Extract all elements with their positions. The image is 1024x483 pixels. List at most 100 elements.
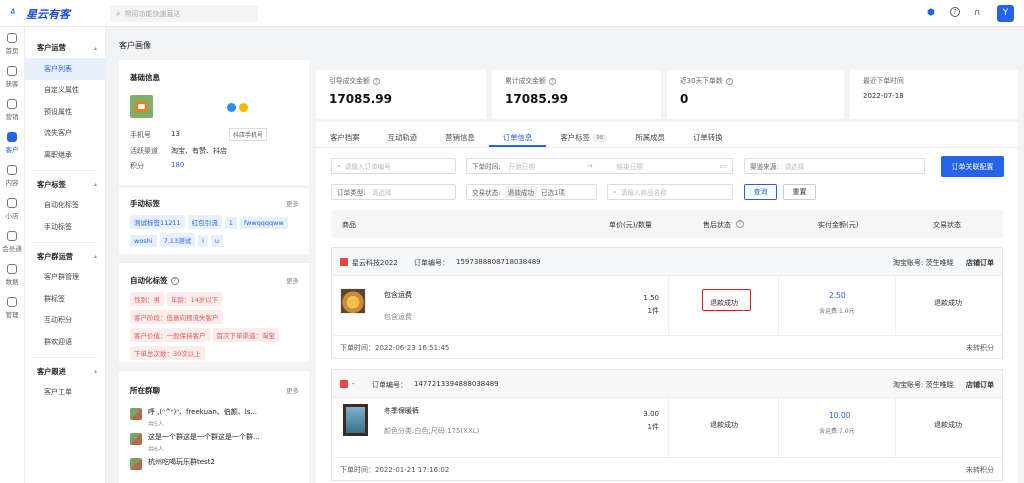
group-member-count: 共6人 [148,446,164,453]
order-no-input[interactable]: ⌕ 请输入订单编号 [331,158,456,174]
manual-tag[interactable]: fwwqqqqww [239,217,288,229]
sidebar-group-header[interactable]: 客户运营 ▴ [25,38,105,58]
help-circle-icon[interactable]: ? [548,78,556,85]
order-type-select[interactable]: 订单类型: 请选择 [331,184,456,200]
query-button[interactable]: 查询 [744,184,777,200]
order-no[interactable]: 1597388808718038489 [456,258,541,266]
manual-tag[interactable]: 7.13测试 [159,233,196,247]
sidebar-group-header[interactable]: 客户跟进 ▴ [25,362,105,382]
rail-item[interactable]: 内容 [0,159,24,192]
rail-item[interactable]: 营销 [0,93,24,126]
shield-icon[interactable]: ⬢ [925,7,937,19]
tab[interactable]: 客户标签 98 [546,128,621,147]
product-name[interactable]: 冬季保暖裤 [384,406,419,416]
product-thumbnail[interactable] [343,404,368,436]
auto-tag[interactable]: 首次下单渠道：淘宝 [212,328,279,342]
rail-item[interactable]: 会员通 [0,225,24,258]
rail-icon [7,296,17,307]
sidebar-group-header[interactable]: 客户标签 ▴ [25,175,105,195]
trade-status-chip[interactable]: 退款成功 [504,186,537,198]
product-name-input[interactable]: ⌕ 请输入商品名称 [607,184,733,200]
manual-tags-more-link[interactable]: 更多 [286,198,299,208]
sidebar-item[interactable]: 群欢迎语 [25,331,105,353]
chevron-up-icon: ▴ [93,181,97,188]
sidebar-item[interactable]: 离职继承 [25,144,105,166]
sidebar-item[interactable]: 客户工单 [25,382,105,404]
channel-select[interactable]: 渠道来源: 请选择 [744,158,925,174]
sidebar-item[interactable]: 手动标签 [25,216,105,238]
manual-tag[interactable]: woshi [130,235,157,247]
product-spec: 包含运费 [384,313,412,321]
order-type-label: 订单类型: [337,189,366,197]
reset-button[interactable]: 重置 [783,184,816,200]
sidebar-item[interactable]: 客户群管理 [25,267,105,289]
auto-tag[interactable]: 年龄：14岁以下 [167,292,223,306]
tab[interactable]: 客户档案 [316,128,374,147]
manual-tag[interactable]: 红包引流 [187,215,222,229]
manual-tag[interactable]: 1 [224,217,237,229]
user-avatar[interactable]: Y [997,5,1014,22]
manual-tag[interactable]: i [198,235,208,247]
group-row[interactable]: 呼 ,(ᐢ^ᐢ)ᐢ、freekuan、伯颜、ls... 共5人 [130,407,305,432]
rail-icon [7,32,17,43]
rail-item[interactable]: 首页 [0,27,24,60]
product-thumbnail[interactable] [340,288,366,314]
tab[interactable]: 订单信息 [488,128,547,147]
rail-icon [7,197,17,208]
tab[interactable]: 营销信息 [431,128,489,147]
help-circle-icon[interactable]: ? [170,276,179,285]
help-icon[interactable]: ? [950,7,960,17]
auto-tag[interactable]: 客户价值：一般保持客户 [130,328,210,342]
tab[interactable]: 订单转换 [679,128,737,147]
rail-item[interactable]: 数据 [0,258,24,291]
auto-tag[interactable]: 下单总次数：30次以上 [130,346,205,360]
rail-item[interactable]: 获客 [0,60,24,93]
sidebar-item[interactable]: 客户列表 [25,58,105,80]
quick-search-input[interactable]: ⌕ 常用功能快速直达 [110,5,258,22]
app-logo[interactable]: ᐞ 星云有客 [10,6,70,22]
rail-item[interactable]: 客户 [0,126,24,159]
help-circle-icon[interactable]: ? [736,220,744,228]
help-circle-icon[interactable]: ? [725,78,733,85]
order-no[interactable]: 1477213394888038489 [414,380,499,388]
headset-icon[interactable]: ∩ [971,7,983,19]
order-time-range[interactable]: 下单时间: 开始日期 → 结束日期 ▭ [466,158,733,174]
product-spec: 颜色分类:白色;尺码:175(XXL) [384,427,480,435]
groups-more-link[interactable]: 更多 [286,385,299,395]
rail-item[interactable]: 小店 [0,192,24,225]
stat-card: 近30天下单数? 0 [667,70,844,119]
points-value[interactable]: 180 [171,161,184,169]
rail-item[interactable]: 管理 [0,291,24,324]
manual-tag[interactable]: u [210,235,224,247]
group-row[interactable]: 这是一个群这是一个群这是一个群... 共6人 [130,432,305,457]
order-link-config-button[interactable]: 订单关联配置 [941,156,1004,177]
stat-label-row: 累计成交金额? [505,75,556,85]
tab[interactable]: 互动轨迹 [374,128,432,147]
sidebar-item[interactable]: 群标签 [25,288,105,310]
product-name[interactable]: 包含运费 [384,290,412,300]
sidebar-item[interactable]: 互动积分 [25,310,105,332]
sidebar-item[interactable]: 预设属性 [25,101,105,123]
sidebar-item[interactable]: 自定义属性 [25,80,105,102]
end-date[interactable]: 结束日期 [617,161,643,171]
rail-label: 营销 [5,112,19,121]
sidebar-item[interactable]: 自动化标签 [25,195,105,217]
sidebar-item[interactable]: 流失客户 [25,123,105,145]
search-placeholder: 常用功能快速直达 [124,9,181,18]
auto-tag[interactable]: 客户阶段：低意向预流失客户 [130,310,223,324]
auto-tags-more-link[interactable]: 更多 [286,275,299,285]
group-row[interactable]: 杭州吃喝玩乐群test2 [130,457,305,482]
manual-tag[interactable]: 测试标签11211 [130,215,185,229]
sidebar-group-header[interactable]: 客户群运营 ▴ [25,247,105,267]
help-circle-icon[interactable]: ? [372,78,380,85]
auto-tag[interactable]: 性别：男 [130,292,164,306]
trade-status-select[interactable]: 交易状态: 退款成功 已选1项 [466,184,597,200]
th-paid: 实付金额(元) [818,221,859,229]
start-date[interactable]: 开始日期 [509,161,535,171]
channel-label: 活跃渠道 [130,147,158,155]
group-name: 这是一个群这是一个群这是一个群... [148,433,260,441]
tab[interactable]: 所属成员 [621,128,679,147]
group-member-count: 共5人 [148,421,164,428]
shipping-fee: 含运费:7.0元 [819,428,855,435]
auto-tags-title: 自动化标签 [130,276,168,285]
